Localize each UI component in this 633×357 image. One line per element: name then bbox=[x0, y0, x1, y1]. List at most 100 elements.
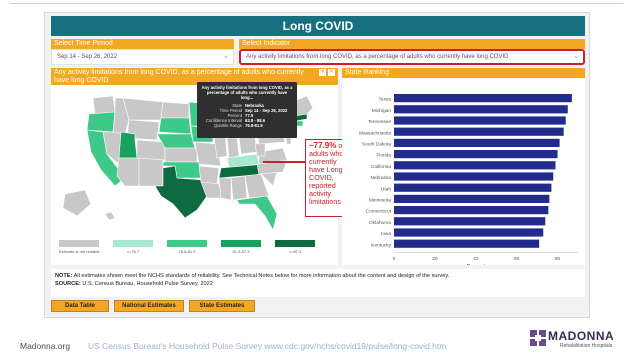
state-new-mexico[interactable] bbox=[138, 157, 164, 187]
tooltip-row: Quartile Range 76.8-81.9 bbox=[201, 123, 293, 128]
dashboard-title: Long COVID bbox=[51, 16, 585, 36]
state-washington[interactable] bbox=[92, 95, 116, 115]
x-axis-label: Percent bbox=[467, 264, 486, 265]
bar-label: Oklahoma bbox=[369, 220, 391, 226]
bar-label: Kentucky bbox=[371, 242, 391, 248]
time-period-filter: Select Time Period Sep 14 - Sep 26, 2022… bbox=[51, 39, 234, 65]
source-text: U.S. Census Bureau, Household Pulse Surv… bbox=[82, 281, 213, 287]
bar-label: California bbox=[371, 164, 392, 170]
state-florida[interactable] bbox=[236, 195, 278, 231]
ranking-bar[interactable] bbox=[394, 228, 544, 237]
logo-subtitle: Rehabilitation Hospitals bbox=[560, 343, 613, 349]
tooltip-key: Quartile Range bbox=[213, 123, 242, 128]
state-south-dakota[interactable] bbox=[158, 117, 192, 135]
state-oregon[interactable] bbox=[86, 111, 116, 133]
bar-label: Texas bbox=[378, 97, 391, 103]
source-label: SOURCE: bbox=[55, 281, 81, 287]
state-montana[interactable] bbox=[122, 97, 164, 121]
indicator-filter: Select Indicator Any activity limitation… bbox=[239, 39, 585, 65]
x-tick-label: 80 bbox=[555, 256, 561, 262]
footer-org: Madonna.org bbox=[20, 341, 71, 351]
close-icon[interactable]: ✕ bbox=[328, 69, 335, 76]
map-tooltip: Any activity limitations from long COVID… bbox=[197, 82, 297, 138]
legend-label: Estimate is not reliable. bbox=[59, 249, 101, 254]
state-alabama[interactable] bbox=[230, 175, 248, 201]
ranking-bar[interactable] bbox=[394, 172, 554, 181]
ranking-bar[interactable] bbox=[394, 116, 566, 125]
national-estimates-button[interactable]: National Estimates bbox=[114, 300, 184, 312]
legend-label: >=87.3 bbox=[288, 249, 302, 254]
legend-swatch bbox=[167, 240, 207, 247]
state-ranking-header: State Ranking bbox=[342, 68, 585, 78]
state-alaska[interactable] bbox=[62, 189, 92, 217]
legend-swatch bbox=[113, 240, 153, 247]
bar-label: South Dakota bbox=[362, 142, 391, 148]
top-divider bbox=[10, 3, 623, 4]
bar-label: Nebraska bbox=[370, 175, 391, 181]
madonna-logo: MADONNA Rehabilitation Hospitals bbox=[530, 328, 622, 352]
state-mississippi[interactable] bbox=[218, 177, 232, 201]
legend-item: >=87.3 bbox=[275, 240, 315, 254]
state-estimates-button[interactable]: State Estimates bbox=[189, 300, 255, 312]
ranking-bar[interactable] bbox=[394, 138, 560, 147]
ranking-bar[interactable] bbox=[394, 127, 564, 136]
state-ohio[interactable] bbox=[238, 135, 258, 155]
bar-label: Michigan bbox=[372, 108, 392, 114]
ranking-bar[interactable] bbox=[394, 94, 572, 103]
map-legend: Estimate is not reliable. <=76.7 76.8-81.9… bbox=[59, 240, 331, 260]
map-panel-controls: ▾ ✕ bbox=[319, 69, 335, 76]
state-ranking-chart[interactable]: Texas Michigan Tennessee Massachusetts South… bbox=[342, 78, 585, 270]
ranking-bar[interactable] bbox=[394, 217, 546, 226]
bar-label: Utah bbox=[381, 186, 391, 192]
tooltip-title: Any activity limitations from long COVID… bbox=[201, 85, 293, 100]
legend-item: 76.8-81.9 bbox=[167, 240, 207, 254]
callout-text: of adults who currently have Long COVID,… bbox=[309, 142, 344, 206]
download-icon[interactable]: ▾ bbox=[319, 69, 326, 76]
state-kansas[interactable] bbox=[164, 147, 198, 163]
footer-source-link[interactable]: US Census Bureau's Household Pulse Surve… bbox=[88, 341, 446, 351]
ranking-bar[interactable] bbox=[394, 105, 568, 114]
bar-label: Connecticut bbox=[366, 209, 392, 215]
bar-label: Florida bbox=[376, 153, 391, 159]
logo-name: MADONNA bbox=[548, 329, 615, 343]
note-text: All estimates shown meet the NCHS standa… bbox=[73, 273, 450, 279]
chevron-down-icon: ⌄ bbox=[573, 53, 579, 60]
ranking-bar[interactable] bbox=[394, 206, 549, 215]
x-tick-label: 40 bbox=[473, 256, 479, 262]
time-period-select[interactable]: Sep 14 - Sep 26, 2022 ⌄ bbox=[51, 49, 234, 65]
ranking-bar[interactable] bbox=[394, 150, 558, 159]
state-utah[interactable] bbox=[118, 131, 138, 159]
source-line: SOURCE: U.S. Census Bureau, Household Pu… bbox=[55, 280, 581, 288]
legend-swatch bbox=[275, 240, 315, 247]
ranking-bar[interactable] bbox=[394, 183, 552, 192]
bar-label: Iowa bbox=[381, 231, 391, 237]
state-arkansas[interactable] bbox=[198, 165, 220, 185]
slide: Long COVID Select Time Period Sep 14 - S… bbox=[0, 0, 633, 357]
legend-swatch bbox=[59, 240, 99, 247]
legend-item: 81.9-87.3 bbox=[221, 240, 261, 254]
state-north-dakota[interactable] bbox=[160, 101, 190, 119]
bar-label: Tennessee bbox=[368, 119, 392, 125]
data-table-button[interactable]: Data Table bbox=[51, 300, 109, 312]
tooltip-rows: State Nebraska Time Period Sep 14 - Sep 26,… bbox=[201, 103, 293, 128]
legend-item: Estimate is not reliable. bbox=[59, 240, 101, 254]
bar-label: Massachusetts bbox=[359, 130, 392, 136]
chevron-down-icon: ⌄ bbox=[223, 53, 229, 60]
indicator-select[interactable]: Any activity limitations from long COVID… bbox=[239, 49, 585, 65]
legend-swatch bbox=[221, 240, 261, 247]
indicator-value: Any activity limitations from long COVID… bbox=[246, 54, 509, 60]
madonna-logo-icon bbox=[530, 330, 546, 346]
button-row: Data Table National Estimates State Esti… bbox=[51, 300, 255, 312]
x-tick-label: 20 bbox=[432, 256, 438, 262]
state-indiana[interactable] bbox=[226, 137, 240, 159]
bar-label: Minnesota bbox=[369, 198, 391, 204]
state-hawaii[interactable] bbox=[104, 211, 116, 221]
state-colorado[interactable] bbox=[136, 139, 166, 161]
x-tick-label: 60 bbox=[514, 256, 520, 262]
ranking-bar[interactable] bbox=[394, 194, 550, 203]
dashboard: Long COVID Select Time Period Sep 14 - S… bbox=[44, 12, 590, 318]
tooltip-value: 76.8-81.9 bbox=[245, 123, 263, 128]
legend-label: <=76.7 bbox=[126, 249, 140, 254]
ranking-bar[interactable] bbox=[394, 239, 540, 248]
ranking-bar[interactable] bbox=[394, 161, 556, 170]
